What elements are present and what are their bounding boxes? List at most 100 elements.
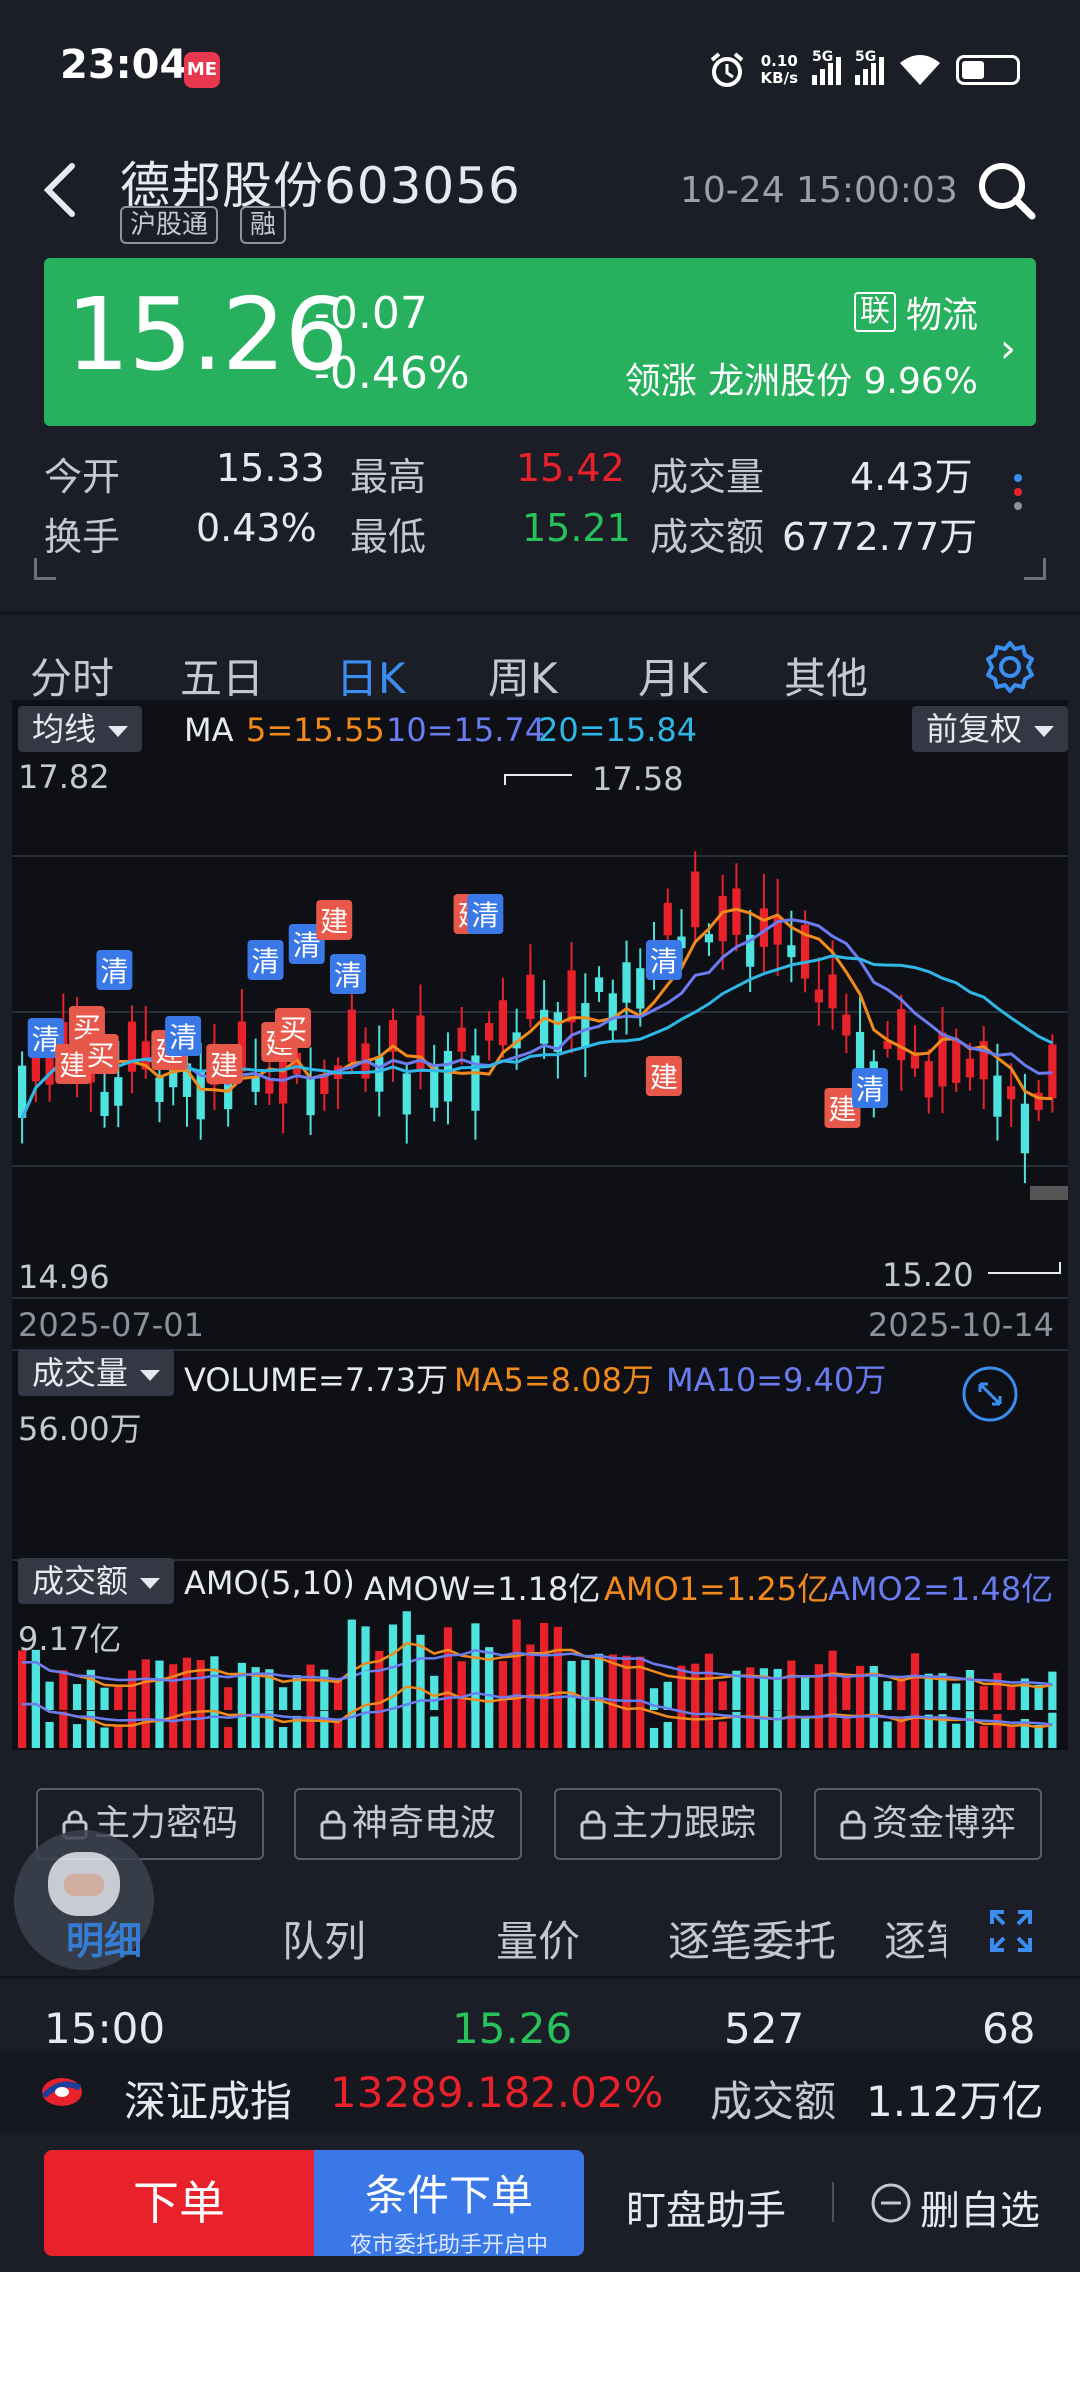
date-start: 2025-07-01 — [18, 1306, 204, 1344]
candle-body — [828, 974, 837, 1009]
gear-icon[interactable] — [980, 637, 1040, 697]
volume-bar — [965, 1670, 975, 1710]
signal-label: 建 — [650, 1061, 678, 1094]
low-value: 15.21 — [522, 506, 631, 550]
candle-body — [540, 1009, 549, 1044]
amount-bar — [430, 1716, 439, 1748]
candle-body — [1007, 1086, 1016, 1100]
amount-bar — [553, 1671, 562, 1748]
volume-bar — [759, 1668, 769, 1710]
volume-bar — [663, 1681, 672, 1710]
tag-hk-connect: 沪股通 — [120, 206, 219, 244]
signal-label: 清 — [252, 945, 280, 978]
amount-bar — [594, 1696, 604, 1748]
candle-body — [306, 1077, 315, 1116]
feature-magic-wave[interactable]: 神奇电波 — [294, 1788, 522, 1860]
place-order-button[interactable]: 下单 — [44, 2150, 314, 2256]
feature-fund-game[interactable]: 资金博弈 — [814, 1788, 1042, 1860]
volume-bar — [801, 1677, 810, 1710]
candle-body — [581, 1003, 590, 1048]
feature-main-tracking[interactable]: 主力跟踪 — [554, 1788, 782, 1860]
amount-bar — [759, 1709, 769, 1748]
ma-label: MA — [184, 711, 234, 749]
amount-bar — [540, 1667, 549, 1748]
candle-body — [608, 993, 617, 1031]
volume-bar — [306, 1664, 315, 1710]
remove-watchlist-button[interactable]: 删自选 — [920, 2178, 1040, 2236]
signal-label: 清 — [650, 945, 678, 978]
amount-bar — [567, 1702, 576, 1748]
index-amount-label: 成交额 — [710, 2077, 837, 2126]
volume-bar — [1048, 1671, 1057, 1710]
open-value: 15.33 — [216, 446, 325, 490]
back-arrow-icon[interactable] — [40, 160, 80, 220]
tab-monthly-k[interactable]: 月K — [638, 645, 708, 706]
index-value: 13289.18 — [330, 2068, 531, 2117]
amount-bar — [1048, 1712, 1057, 1748]
candle-body — [457, 1027, 466, 1052]
tab-five-day[interactable]: 五日 — [180, 645, 264, 706]
tab-detail[interactable]: 明细 — [66, 1910, 142, 1965]
volume-bar — [127, 1670, 137, 1710]
amount-bar — [320, 1710, 329, 1748]
volume-bar — [430, 1675, 439, 1710]
signal-label: 买 — [87, 1039, 115, 1072]
candle-body — [663, 902, 672, 936]
volume-dropdown[interactable]: 成交量 — [18, 1350, 175, 1396]
amount-bar — [979, 1726, 988, 1748]
candle-body — [155, 1077, 164, 1102]
candle-body — [924, 1061, 933, 1098]
sector-link[interactable]: 联物流 — [853, 286, 978, 338]
tab-daily-k[interactable]: 日K — [336, 645, 406, 706]
candle-body — [965, 1058, 975, 1078]
signal-label: 建 — [210, 1049, 238, 1082]
amount-bar — [31, 1692, 40, 1748]
volume-bar — [498, 1660, 508, 1710]
tab-order-by-order[interactable]: 逐笔委托 — [668, 1908, 836, 1969]
expand-icon[interactable] — [988, 1908, 1034, 1954]
adjust-dropdown[interactable]: 前复权 — [912, 706, 1069, 752]
avatar[interactable]: 明细 — [14, 1830, 154, 1970]
tab-tick-by-tick[interactable]: 逐笔 — [884, 1908, 946, 1969]
net-speed: 0.10 KB/s — [760, 52, 798, 87]
axis-bottom-price: 14.96 — [18, 1258, 110, 1296]
more-dots-icon[interactable] — [1010, 468, 1026, 530]
amount-bar — [59, 1711, 68, 1748]
turnover-label: 换手 — [44, 515, 121, 559]
amount-bar — [581, 1702, 590, 1748]
expand-corner-right[interactable] — [1024, 558, 1046, 580]
amount-bar — [663, 1722, 672, 1748]
candle-body — [718, 895, 727, 942]
watch-assistant-button[interactable]: 盯盘助手 — [626, 2178, 786, 2236]
ma10-value: 10=15.74 — [386, 711, 546, 749]
amount-bar — [883, 1721, 892, 1748]
tab-weekly-k[interactable]: 周K — [488, 645, 558, 706]
remove-circle-icon[interactable] — [870, 2182, 912, 2224]
tab-volume-price[interactable]: 量价 — [496, 1908, 580, 1969]
tab-queue[interactable]: 队列 — [282, 1908, 366, 1969]
tick-volume: 527 — [724, 2004, 805, 2053]
volume-bar — [691, 1663, 700, 1710]
amount-axis-top: 9.17亿 — [18, 1620, 122, 1658]
amount-bar — [952, 1723, 961, 1748]
volume-ma10: MA10=9.40万 — [666, 1361, 887, 1399]
amount-dropdown[interactable]: 成交额 — [18, 1558, 175, 1604]
candle-body — [842, 1014, 851, 1036]
fullscreen-icon[interactable] — [960, 1364, 1020, 1424]
candle-body — [31, 1057, 40, 1082]
indicator-dropdown[interactable]: 均线 — [18, 706, 143, 752]
search-icon[interactable] — [976, 160, 1036, 220]
index-ticker[interactable]: 深证成指 13289.18 2.02% 成交额 1.12万亿 — [0, 2052, 1080, 2132]
amount-bar — [773, 1710, 782, 1748]
amount-bar — [993, 1714, 1002, 1748]
volume-bar — [952, 1683, 961, 1710]
price-card[interactable]: 15.26 -0.07 -0.46% 联物流 领涨 龙洲股份 9.96% › — [44, 258, 1036, 426]
conditional-order-button[interactable]: 条件下单 夜市委托助手开启中 — [314, 2150, 584, 2258]
signal-icon: 5G — [812, 49, 841, 85]
expand-corner-left[interactable] — [34, 558, 56, 580]
chevron-right-icon[interactable]: › — [1000, 326, 1016, 372]
tab-intraday[interactable]: 分时 — [30, 645, 114, 706]
tab-other[interactable]: 其他 — [784, 645, 868, 706]
amount-bar — [828, 1693, 837, 1748]
amount-bar — [457, 1703, 466, 1748]
